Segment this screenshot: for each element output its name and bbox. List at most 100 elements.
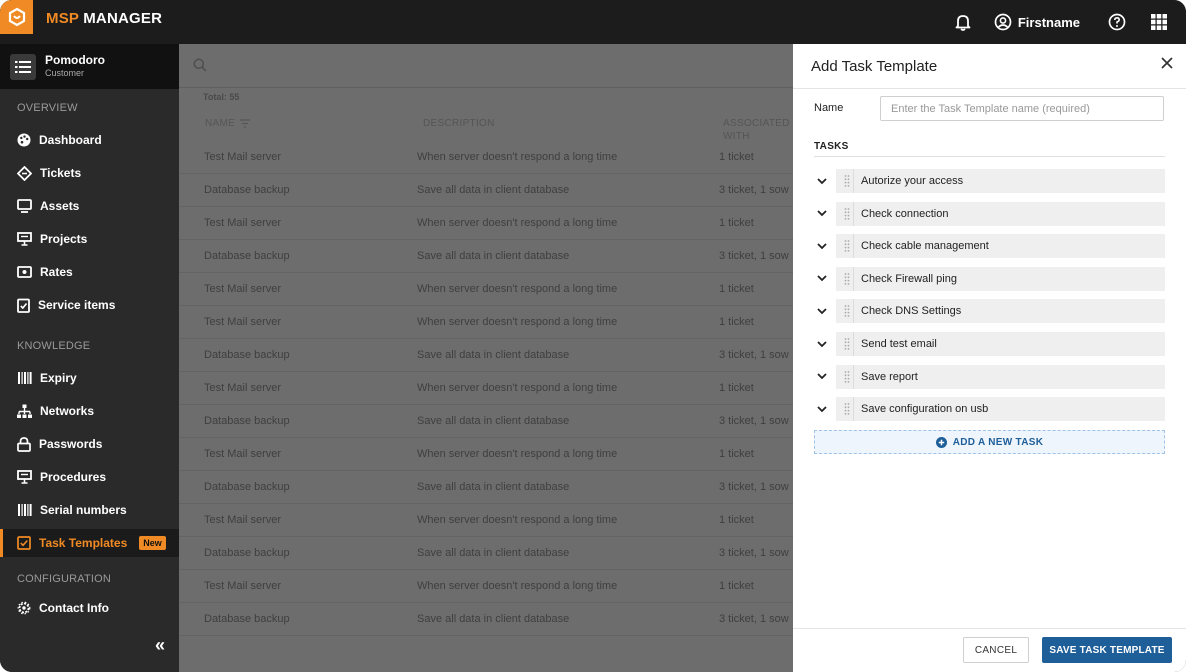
drag-handle-icon[interactable] <box>840 266 854 291</box>
chevron-down-icon[interactable] <box>814 267 836 291</box>
sidebar-item-projects[interactable]: Projects <box>0 225 179 253</box>
row-description: When server doesn't respond a long time <box>417 316 618 328</box>
table-row[interactable]: Database backup Save all data in client d… <box>179 537 793 570</box>
row-name: Test Mail server <box>204 316 282 328</box>
table-row[interactable]: Test Mail server When server doesn't resp… <box>179 438 793 471</box>
drag-handle-icon[interactable] <box>840 299 854 324</box>
bell-icon[interactable] <box>948 0 978 44</box>
drag-handle-icon[interactable] <box>840 364 854 389</box>
row-associated: 1 ticket <box>719 151 754 163</box>
task-label: Send test email <box>861 338 937 350</box>
sidebar-item-label: Serial numbers <box>40 503 127 517</box>
presentation-icon <box>17 232 32 246</box>
sidebar-item-label: Procedures <box>40 470 107 484</box>
sidebar-item-assets[interactable]: Assets <box>0 192 179 220</box>
table-row[interactable]: Test Mail server When server doesn't resp… <box>179 207 793 240</box>
add-new-task-button[interactable]: ADD A NEW TASK <box>814 430 1165 454</box>
table-row[interactable]: Database backup Save all data in client d… <box>179 174 793 207</box>
table-row[interactable]: Test Mail server When server doesn't resp… <box>179 570 793 603</box>
brand-suffix: MANAGER <box>78 10 163 27</box>
drag-handle-icon[interactable] <box>840 201 854 226</box>
drag-handle-icon[interactable] <box>840 169 854 193</box>
row-name: Database backup <box>204 481 290 493</box>
table-row[interactable]: Database backup Save all data in client d… <box>179 471 793 504</box>
task-item[interactable]: Autorize your access <box>814 169 1165 193</box>
chevron-down-icon[interactable] <box>814 234 836 258</box>
chevron-down-icon[interactable] <box>814 299 836 323</box>
row-description: Save all data in client database <box>417 250 570 262</box>
total-count: Total: 55 <box>203 92 240 102</box>
sidebar-item-task-templates[interactable]: Task Templates New <box>0 529 179 557</box>
task-item[interactable]: Send test email <box>814 332 1165 356</box>
sidebar-item-contact-info[interactable]: Contact Info <box>0 594 179 622</box>
logo-icon[interactable] <box>0 0 33 34</box>
drag-handle-icon[interactable] <box>840 332 854 356</box>
chevron-down-icon[interactable] <box>814 332 836 356</box>
row-description: When server doesn't respond a long time <box>417 448 618 460</box>
app-window: MSP MANAGER Firstname Pomodoro Customer … <box>0 0 1186 672</box>
drag-handle-icon[interactable] <box>840 234 854 259</box>
chevron-down-icon[interactable] <box>814 169 836 193</box>
task-item[interactable]: Save configuration on usb <box>814 397 1165 422</box>
row-name: Database backup <box>204 547 290 559</box>
sidebar-item-rates[interactable]: Rates <box>0 258 179 286</box>
task-label: Save report <box>861 370 918 383</box>
column-header-name[interactable]: NAME <box>205 118 251 129</box>
table-row[interactable]: Test Mail server When server doesn't resp… <box>179 273 793 306</box>
sidebar-item-label: Passwords <box>39 437 103 451</box>
user-circle-icon <box>994 13 1012 31</box>
plus-circle-icon <box>935 436 947 448</box>
sidebar-item-service-items[interactable]: Service items <box>0 291 179 319</box>
column-header-associated[interactable]: ASSOCIATED WITH <box>723 117 789 143</box>
task-item[interactable]: Check connection <box>814 201 1165 226</box>
task-item[interactable]: Save report <box>814 364 1165 389</box>
row-description: When server doesn't respond a long time <box>417 283 618 295</box>
row-description: Save all data in client database <box>417 349 570 361</box>
ticket-icon <box>17 165 32 181</box>
collapse-sidebar-button[interactable]: « <box>155 635 165 656</box>
sidebar-item-tickets[interactable]: Tickets <box>0 159 179 187</box>
cancel-button[interactable]: CANCEL <box>963 637 1029 663</box>
task-item[interactable]: Check Firewall ping <box>814 266 1165 291</box>
table-row[interactable]: Database backup Save all data in client d… <box>179 339 793 372</box>
search-bar[interactable] <box>179 44 793 88</box>
sidebar-item-expiry[interactable]: Expiry <box>0 364 179 392</box>
task-label: Check DNS Settings <box>861 305 962 318</box>
table-row[interactable]: Test Mail server When server doesn't resp… <box>179 504 793 537</box>
task-item[interactable]: Check DNS Settings <box>814 299 1165 324</box>
row-associated: 3 ticket, 1 sow <box>719 547 789 559</box>
sidebar-item-networks[interactable]: Networks <box>0 397 179 425</box>
column-header-description[interactable]: DESCRIPTION <box>423 118 495 129</box>
apps-grid-icon[interactable] <box>1144 0 1174 44</box>
sidebar-item-serial-numbers[interactable]: Serial numbers <box>0 496 179 524</box>
table-row[interactable]: Database backup Save all data in client d… <box>179 240 793 273</box>
customer-switcher[interactable]: Pomodoro Customer <box>0 44 179 89</box>
sidebar-item-procedures[interactable]: Procedures <box>0 463 179 491</box>
chevron-down-icon[interactable] <box>814 397 836 421</box>
user-menu[interactable]: Firstname <box>994 0 1080 44</box>
column-header-label: NAME <box>205 118 236 129</box>
close-icon[interactable] <box>1160 56 1174 75</box>
section-overview: OVERVIEW <box>17 102 78 114</box>
row-associated: 1 ticket <box>719 382 754 394</box>
table-row[interactable]: Test Mail server When server doesn't resp… <box>179 141 793 174</box>
main-content: Total: 55 NAME DESCRIPTION ASSOCIATED WI… <box>179 44 793 672</box>
table-row[interactable]: Test Mail server When server doesn't resp… <box>179 372 793 405</box>
table-row[interactable]: Database backup Save all data in client d… <box>179 603 793 636</box>
row-name: Database backup <box>204 613 290 625</box>
chevron-down-icon[interactable] <box>814 202 836 226</box>
table-row[interactable]: Test Mail server When server doesn't resp… <box>179 306 793 339</box>
sidebar-item-dashboard[interactable]: Dashboard <box>0 126 179 154</box>
task-box: Save configuration on usb <box>836 397 1165 422</box>
chevron-down-icon[interactable] <box>814 365 836 389</box>
table-row[interactable]: Database backup Save all data in client d… <box>179 405 793 438</box>
drag-handle-icon[interactable] <box>840 397 854 422</box>
list-menu-icon[interactable] <box>10 54 36 80</box>
task-item[interactable]: Check cable management <box>814 234 1165 259</box>
template-name-input[interactable] <box>880 96 1164 121</box>
sidebar-item-passwords[interactable]: Passwords <box>0 430 179 458</box>
save-task-template-button[interactable]: SAVE TASK TEMPLATE <box>1042 637 1172 663</box>
row-name: Test Mail server <box>204 580 282 592</box>
row-description: Save all data in client database <box>417 481 570 493</box>
help-icon[interactable] <box>1102 0 1132 44</box>
